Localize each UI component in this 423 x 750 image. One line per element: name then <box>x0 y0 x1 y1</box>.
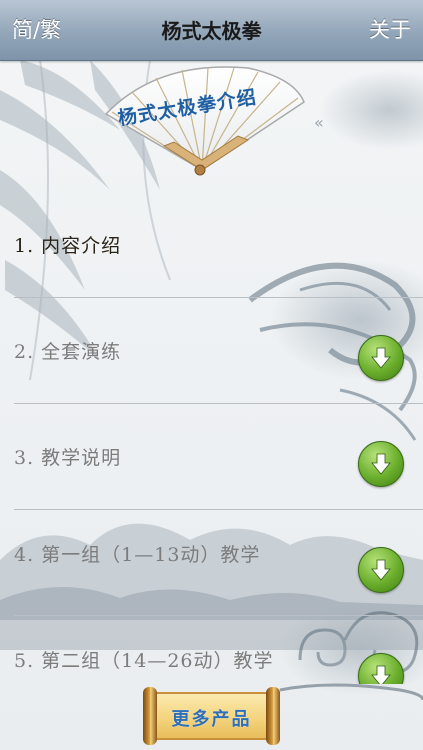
page-title: 杨式太极拳 <box>161 19 262 43</box>
list-item-label: 4. 第一组（1—13动）教学 <box>14 544 261 566</box>
download-button[interactable] <box>358 441 404 487</box>
list-item[interactable]: 5. 第二组（14—26动）教学 <box>0 616 423 684</box>
download-button[interactable] <box>358 653 404 684</box>
section-list: 1. 内容介绍 2. 全套演练 3. 教学说明 4. 第一组（1—13动）教学 <box>0 192 423 684</box>
double-chevron-left-icon: « <box>314 113 324 132</box>
arrow-down-icon <box>371 453 391 475</box>
more-products-label: 更多产品 <box>171 709 252 730</box>
arrow-down-icon <box>371 665 391 684</box>
list-item[interactable]: 1. 内容介绍 <box>0 192 423 298</box>
list-item[interactable]: 4. 第一组（1—13动）教学 <box>0 510 423 616</box>
arrow-down-icon <box>371 559 391 581</box>
more-products-button[interactable]: 更多产品 <box>143 687 280 745</box>
list-item[interactable]: 2. 全套演练 <box>0 298 423 404</box>
navigation-bar: 简/繁 杨式太极拳 关于 <box>0 0 423 61</box>
download-button[interactable] <box>358 547 404 593</box>
download-button[interactable] <box>358 335 404 381</box>
app-screen: 简/繁 杨式太极拳 关于 杨式太极拳介绍 « 1. 内容介绍 2. 全套演练 3… <box>0 0 423 750</box>
arrow-down-icon <box>371 347 391 369</box>
about-button[interactable]: 关于 <box>369 14 411 44</box>
list-item-label: 5. 第二组（14—26动）教学 <box>14 650 274 672</box>
list-item[interactable]: 3. 教学说明 <box>0 404 423 510</box>
list-item-label: 2. 全套演练 <box>14 341 122 363</box>
list-item-label: 1. 内容介绍 <box>14 235 122 257</box>
list-item-label: 3. 教学说明 <box>14 447 122 469</box>
